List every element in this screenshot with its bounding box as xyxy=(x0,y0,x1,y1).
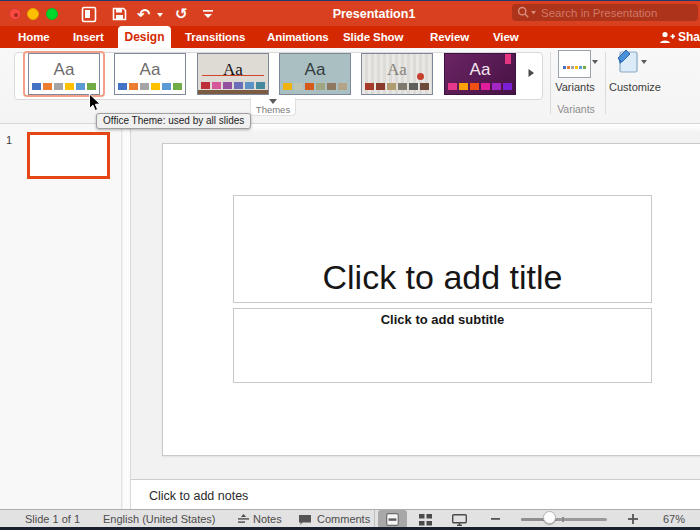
tab-slide-show[interactable]: Slide Show xyxy=(343,31,403,43)
search-placeholder: Search in Presentation xyxy=(541,7,657,19)
customize-dropdown-icon[interactable] xyxy=(641,60,647,64)
tab-animations[interactable]: Animations xyxy=(267,31,329,43)
theme-6[interactable]: Aa xyxy=(444,53,516,95)
close-button[interactable] xyxy=(9,8,21,20)
status-bar: Slide 1 of 1 English (United States) Not… xyxy=(0,509,700,527)
zoom-out-icon[interactable] xyxy=(491,518,500,520)
notes-toggle[interactable]: Notes xyxy=(253,513,282,525)
slide-sorter-icon[interactable] xyxy=(419,514,433,526)
redo-icon[interactable]: ↺ xyxy=(175,4,188,24)
variants-group-label: Variants xyxy=(553,103,599,115)
group-separator xyxy=(550,52,551,114)
language-indicator[interactable]: English (United States) xyxy=(103,513,216,525)
gallery-next-arrow[interactable] xyxy=(524,66,538,80)
slideshow-icon[interactable] xyxy=(452,514,467,526)
variants-button[interactable] xyxy=(558,50,591,78)
statusbar-separator xyxy=(374,510,375,528)
subtitle-placeholder[interactable]: Click to add subtitle xyxy=(233,308,652,383)
tab-review[interactable]: Review xyxy=(430,31,469,43)
notes-placeholder-text: Click to add notes xyxy=(149,489,248,503)
search-icon xyxy=(517,6,530,19)
group-separator xyxy=(605,52,606,114)
theme-office-selected[interactable]: Aa xyxy=(28,53,100,95)
save-icon[interactable] xyxy=(112,4,127,24)
tab-transitions[interactable]: Transitions xyxy=(185,31,245,43)
comments-toggle[interactable]: Comments xyxy=(317,513,370,525)
theme-5[interactable]: Aa xyxy=(361,53,433,95)
normal-view-button[interactable] xyxy=(378,510,407,528)
window-title: Presentation1 xyxy=(333,7,416,21)
theme-5-dot xyxy=(417,73,424,80)
theme-2[interactable]: Aa xyxy=(114,53,186,95)
share-person-icon xyxy=(659,31,675,44)
slide-count: Slide 1 of 1 xyxy=(25,513,80,525)
tooltip: Office Theme: used by all slides xyxy=(96,113,251,129)
theme-palette xyxy=(115,83,185,90)
search-dropdown-icon xyxy=(530,9,537,16)
themes-dropdown-label: Themes xyxy=(251,104,295,115)
unsaved-dot-icon xyxy=(14,13,18,17)
theme-3[interactable]: Aa xyxy=(197,53,269,95)
subtitle-placeholder-text: Click to add subtitle xyxy=(381,312,505,327)
zoom-slider[interactable] xyxy=(521,518,607,521)
slide-number: 1 xyxy=(6,134,12,146)
tab-design[interactable]: Design xyxy=(118,26,171,48)
zoom-percentage[interactable]: 67% xyxy=(663,513,685,525)
customize-icon[interactable] xyxy=(616,49,640,79)
undo-dropdown-icon[interactable] xyxy=(156,4,164,24)
title-placeholder[interactable]: Click to add title xyxy=(233,195,652,303)
new-slide-icon[interactable] xyxy=(81,4,97,24)
theme-palette xyxy=(280,83,350,90)
notes-pane[interactable]: Click to add notes xyxy=(131,479,700,509)
undo-icon[interactable]: ↶ xyxy=(137,4,150,24)
variants-label: Variants xyxy=(553,81,597,93)
minimize-button[interactable] xyxy=(27,8,39,20)
tab-insert[interactable]: Insert xyxy=(73,31,104,43)
customize-label: Customize xyxy=(607,81,663,93)
tab-home[interactable]: Home xyxy=(18,31,50,43)
zoom-in-icon[interactable] xyxy=(628,514,638,524)
normal-view-icon xyxy=(386,513,399,526)
slide-thumbnail-selected[interactable] xyxy=(27,132,110,179)
themes-dropdown-button[interactable]: Themes xyxy=(250,98,296,116)
zoom-window-button[interactable] xyxy=(46,8,58,20)
comments-icon xyxy=(298,514,312,526)
theme-palette xyxy=(198,82,268,89)
title-bar: ↶ ↺ Presentation1 Search in Presentation xyxy=(0,0,700,26)
share-button[interactable]: Sha xyxy=(659,30,700,44)
tab-view[interactable]: View xyxy=(493,31,519,43)
slide-canvas: Click to add title Click to add subtitle xyxy=(162,143,700,456)
toolbar-more-icon[interactable] xyxy=(202,4,214,24)
notes-toggle-icon xyxy=(237,514,250,525)
theme-palette xyxy=(362,83,432,90)
theme-palette xyxy=(29,83,99,90)
panel-divider[interactable] xyxy=(123,124,131,509)
slide-thumbnail-panel: 1 xyxy=(0,124,122,509)
ribbon-tab-row: Home Insert Design Transitions Animation… xyxy=(0,26,700,48)
search-input[interactable]: Search in Presentation xyxy=(512,4,698,21)
share-label: Sha xyxy=(678,30,700,44)
theme-4[interactable]: Aa xyxy=(279,53,351,95)
variants-palette xyxy=(559,66,590,69)
zoom-slider-thumb[interactable] xyxy=(543,511,556,524)
variants-dropdown-icon[interactable] xyxy=(592,60,598,64)
mouse-cursor-icon xyxy=(88,93,101,116)
title-placeholder-text: Click to add title xyxy=(323,258,563,302)
powerpoint-window: ↶ ↺ Presentation1 Search in Presentation… xyxy=(0,0,700,530)
theme-palette xyxy=(445,83,515,90)
